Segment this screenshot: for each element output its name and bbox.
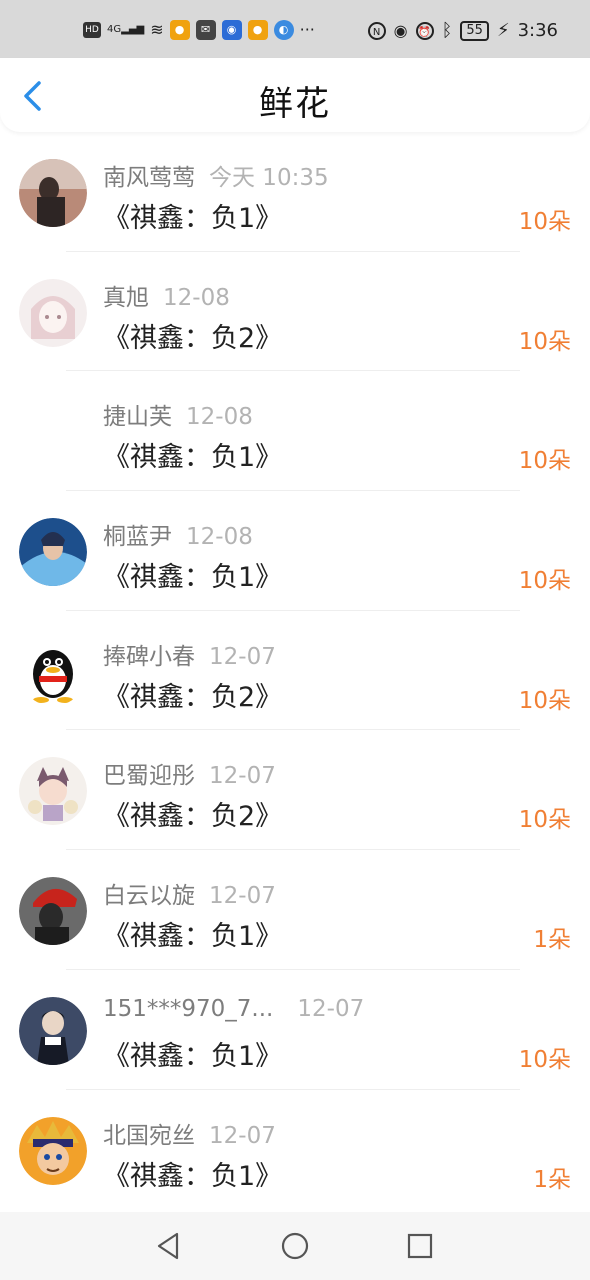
sender-name: 巴蜀迎彤	[103, 763, 195, 790]
browser-icon: ◐	[273, 20, 294, 40]
item-meta: 巴蜀迎彤 12-07	[103, 756, 276, 790]
send-date: 12-08	[186, 524, 253, 551]
triangle-back-icon	[157, 1232, 179, 1260]
book-title: 《祺鑫：负1》	[103, 562, 283, 594]
item-meta: 南风莺莺 今天 10:35	[103, 158, 329, 192]
header: 鲜花	[0, 58, 590, 132]
app-icon: ◉	[221, 20, 242, 40]
sender-name: 真旭	[103, 284, 149, 311]
book-title: 《祺鑫：负1》	[103, 203, 283, 234]
sender-name: 桐蓝尹	[103, 524, 172, 551]
sender-name: 北国宛丝	[103, 1122, 195, 1149]
square-recent-icon	[407, 1233, 433, 1259]
item-meta: 北国宛丝 12-07	[103, 1116, 276, 1150]
sender-name: 捷山芙	[103, 404, 172, 431]
eye-icon: ◉	[393, 21, 408, 40]
avatar[interactable]	[19, 518, 87, 587]
item-meta: 捷山芙 12-08	[103, 397, 253, 431]
flower-count: 1朵	[533, 1166, 571, 1193]
nfc-icon: N	[367, 21, 386, 40]
hd-icon: HD	[83, 22, 101, 38]
flower-count: 10朵	[518, 807, 571, 834]
avatar[interactable]	[19, 278, 87, 347]
flower-count: 10朵	[518, 1046, 571, 1073]
book-title: 《祺鑫：负2》	[103, 322, 283, 354]
book-title: 《祺鑫：负1》	[103, 1040, 283, 1072]
item-meta: 捧碑小春 12-07	[103, 637, 276, 671]
sender-name: 南风莺莺	[103, 165, 195, 191]
list-item[interactable]: 真旭 12-08 《祺鑫：负2》 10朵	[0, 252, 590, 372]
sender-name: 白云以旋	[103, 883, 195, 910]
nav-back-button[interactable]	[153, 1230, 185, 1262]
battery-icon: 55	[460, 20, 489, 41]
avatar[interactable]	[19, 757, 87, 826]
status-bar: HD 4G▂▄▆ ≋ ● ✉ ◉ ● ◐ ··· N ◉ ⏰ ᛒ 55 ⚡ 3:…	[0, 0, 590, 58]
book-title: 《祺鑫：负1》	[103, 921, 283, 953]
send-date: 12-07	[209, 643, 276, 670]
avatar[interactable]	[19, 1116, 87, 1185]
list-item[interactable]: 北国宛丝 12-07 《祺鑫：负1》 1朵	[0, 1090, 590, 1210]
alarm-icon: ⏰	[415, 21, 434, 40]
weibo-icon: ●	[169, 20, 190, 40]
avatar[interactable]	[19, 398, 87, 466]
system-nav-bar	[0, 1212, 590, 1280]
sender-name: 151***970_7...	[103, 995, 274, 1022]
list-item[interactable]: 捷山芙 12-08 《祺鑫：负1》 10朵	[0, 371, 590, 492]
circle-home-icon	[281, 1232, 309, 1260]
send-date: 12-07	[209, 1122, 276, 1149]
item-meta: 桐蓝尹 12-08	[103, 517, 253, 551]
flower-list: 南风莺莺 今天 10:35 《祺鑫：负1》 10朵 真旭 12-08 《祺鑫：负2》…	[0, 132, 590, 1209]
list-item[interactable]: 桐蓝尹 12-08 《祺鑫：负1》 10朵	[0, 491, 590, 611]
wifi-icon: ≋	[150, 20, 164, 39]
avatar[interactable]	[19, 996, 87, 1065]
flower-count: 10朵	[518, 687, 571, 714]
flower-count: 10朵	[518, 448, 571, 475]
list-item[interactable]: 捧碑小春 12-07 《祺鑫：负2》 10朵	[0, 611, 590, 731]
list-item[interactable]: 151***970_7... 12-07 《祺鑫：负1》 10朵	[0, 970, 590, 1090]
flower-count: 10朵	[518, 568, 571, 595]
avatar[interactable]	[19, 637, 87, 706]
list-item[interactable]: 白云以旋 12-07 《祺鑫：负1》 1朵	[0, 850, 590, 970]
mail-icon: ✉	[195, 20, 216, 40]
flower-count: 10朵	[518, 209, 571, 235]
page-title: 鲜花	[259, 84, 331, 124]
avatar[interactable]	[19, 159, 87, 227]
send-date: 12-07	[297, 995, 365, 1022]
send-date: 12-08	[163, 284, 230, 311]
book-title: 《祺鑫：负1》	[103, 1160, 283, 1192]
flower-count: 1朵	[533, 927, 571, 954]
avatar[interactable]	[19, 877, 87, 946]
list-item[interactable]: 巴蜀迎彤 12-07 《祺鑫：负2》 10朵	[0, 730, 590, 851]
more-icon: ···	[299, 20, 315, 39]
item-meta: 151***970_7... 12-07	[103, 996, 364, 1022]
send-date: 今天 10:35	[209, 165, 329, 191]
item-meta: 白云以旋 12-07	[103, 876, 276, 910]
weibo-icon: ●	[247, 20, 268, 40]
network-label: 4G	[107, 24, 122, 35]
bluetooth-icon: ᛒ	[441, 20, 453, 41]
nav-recent-button[interactable]	[404, 1230, 436, 1262]
send-date: 12-07	[209, 883, 276, 910]
book-title: 《祺鑫：负2》	[103, 681, 283, 713]
status-bar-left: HD 4G▂▄▆ ≋ ● ✉ ◉ ● ◐ ···	[83, 20, 315, 40]
charging-icon: ⚡	[496, 20, 510, 41]
status-bar-right: N ◉ ⏰ ᛒ 55 ⚡ 3:36	[367, 20, 558, 41]
send-date: 12-08	[186, 404, 253, 431]
item-meta: 真旭 12-08	[103, 278, 230, 312]
nav-home-button[interactable]	[279, 1230, 311, 1262]
list-item[interactable]: 南风莺莺 今天 10:35 《祺鑫：负1》 10朵	[0, 132, 590, 252]
book-title: 《祺鑫：负2》	[103, 801, 283, 833]
flower-count: 10朵	[518, 328, 571, 355]
book-title: 《祺鑫：负1》	[103, 442, 283, 474]
signal-icon: 4G▂▄▆	[107, 24, 145, 35]
clock-time: 3:36	[517, 20, 558, 41]
sender-name: 捧碑小春	[103, 643, 195, 670]
send-date: 12-07	[209, 763, 276, 790]
